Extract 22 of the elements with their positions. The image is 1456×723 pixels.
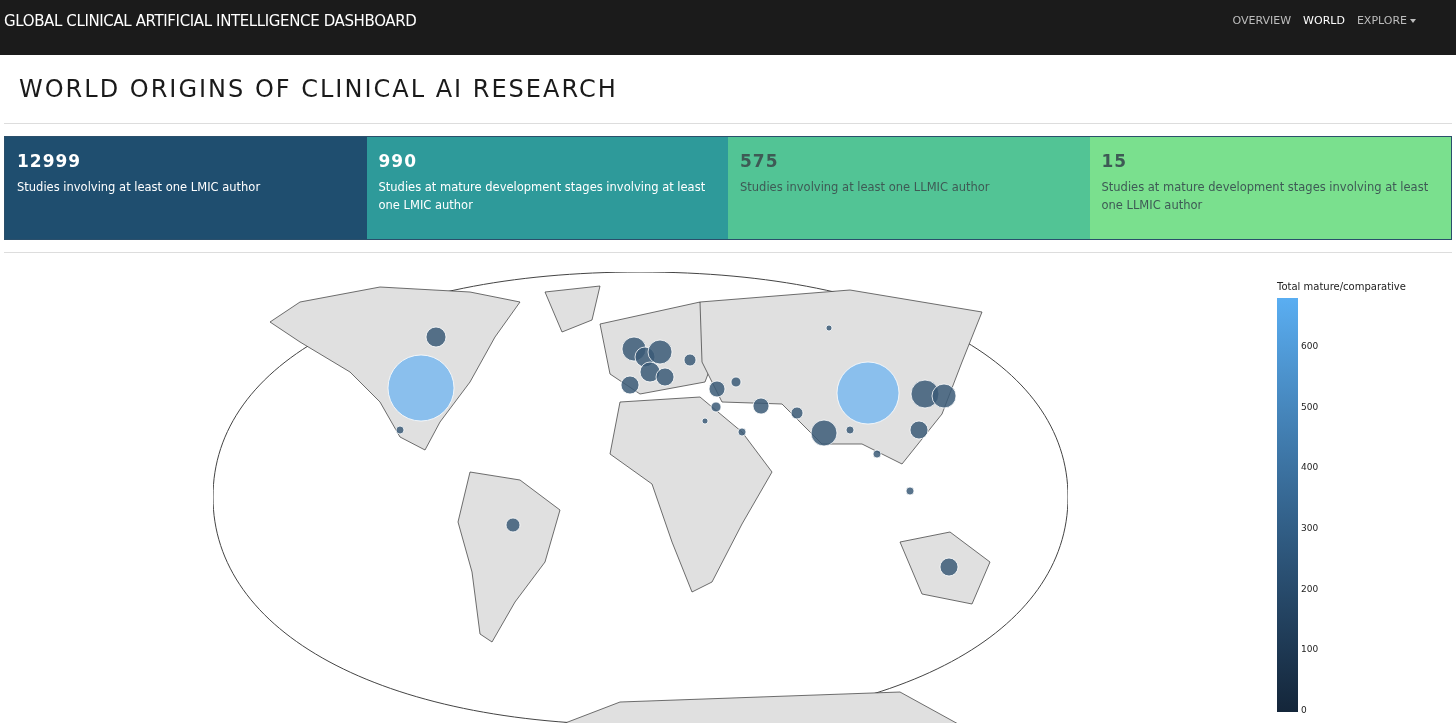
colorbar-tick-label: 100 bbox=[1301, 645, 1319, 655]
colorbar-tick-label: 300 bbox=[1301, 524, 1319, 533]
colorbar-tick-label: 500 bbox=[1301, 402, 1319, 412]
stat-label: Studies at mature development stages involving at least one LLMIC author bbox=[1101, 178, 1430, 214]
stat-value: 15 bbox=[1101, 150, 1129, 173]
nav-link[interactable]: OVERVIEW bbox=[1232, 13, 1292, 30]
stat-value: 575 bbox=[740, 150, 780, 173]
colorbar-tick-label: 400 bbox=[1301, 463, 1319, 473]
nav-dropdown[interactable]: EXPLORE bbox=[1356, 13, 1416, 30]
colorbar-title: Total mature/comparative bbox=[1277, 280, 1406, 294]
nav-link[interactable]: WORLD bbox=[1303, 13, 1345, 30]
caret-icon bbox=[1410, 19, 1416, 24]
stat-label: Studies at mature development stages involving at least one LMIC author bbox=[378, 178, 707, 214]
page-title: WORLD ORIGINS OF CLINICAL AI RESEARCH bbox=[4, 55, 1452, 124]
colorbar-tick-label: 200 bbox=[1301, 584, 1319, 594]
stat-value: 12999 bbox=[17, 150, 83, 173]
stat-value: 990 bbox=[378, 150, 418, 173]
stat-label: Studies involving at least one LLMIC author bbox=[740, 178, 991, 196]
stat-label: Studies involving at least one LMIC author bbox=[17, 178, 262, 196]
colorbar-tick-label: 0 bbox=[1301, 706, 1307, 715]
colorbar-tick-label: 600 bbox=[1301, 342, 1319, 351]
brand-link[interactable]: GLOBAL CLINICAL ARTIFICIAL INTELLIGENCE DASHBOARD bbox=[4, 10, 417, 33]
